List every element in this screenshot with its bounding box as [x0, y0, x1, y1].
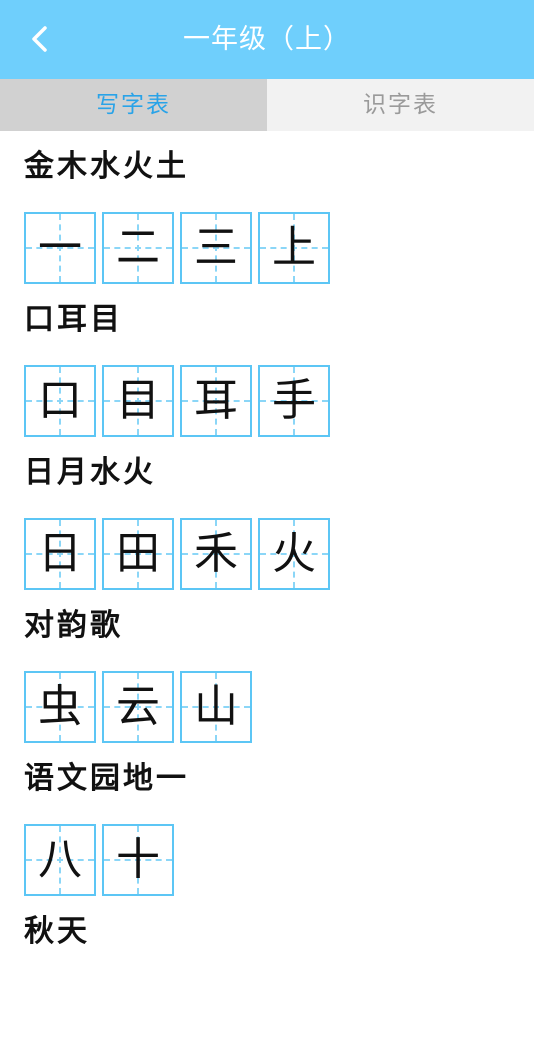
char-glyph: 虫: [38, 681, 82, 732]
char-glyph: 口: [38, 375, 82, 426]
char-cell[interactable]: 目: [102, 365, 174, 437]
char-cell[interactable]: 十: [102, 824, 174, 896]
char-glyph: 山: [194, 681, 238, 732]
tab-reading-chars[interactable]: 识字表: [267, 79, 534, 131]
lesson-title: 秋天: [24, 914, 90, 949]
lesson-section: 口耳目 口 目 耳 手: [0, 284, 534, 437]
char-cell[interactable]: 田: [102, 518, 174, 590]
lesson-title: 金木水火土: [24, 149, 189, 184]
lesson-title: 口耳目: [24, 302, 123, 337]
char-glyph: 耳: [194, 375, 238, 426]
char-cell[interactable]: 上: [258, 212, 330, 284]
char-cell[interactable]: 耳: [180, 365, 252, 437]
char-grid-row: 一 二 三 上: [24, 212, 330, 284]
lesson-list: 金木水火土 一 二 三 上 口耳目 口 目 耳 手 日月水火 日 田 禾 火 对…: [0, 131, 534, 1049]
char-glyph: 禾: [194, 528, 238, 579]
char-cell[interactable]: 八: [24, 824, 96, 896]
char-glyph: 二: [116, 222, 160, 273]
tab-bar: 写字表 识字表: [0, 79, 534, 131]
char-cell[interactable]: 三: [180, 212, 252, 284]
char-glyph: 火: [272, 528, 316, 579]
lesson-title: 日月水火: [24, 455, 156, 490]
char-cell[interactable]: 云: [102, 671, 174, 743]
lesson-section: 金木水火土 一 二 三 上: [0, 131, 534, 284]
char-glyph: 十: [116, 834, 160, 885]
lesson-title: 对韵歌: [24, 608, 123, 643]
char-glyph: 手: [272, 375, 316, 426]
lesson-section: 语文园地一 八 十: [0, 743, 534, 896]
char-glyph: 目: [116, 375, 160, 426]
tab-writing-chars[interactable]: 写字表: [0, 79, 267, 131]
char-cell[interactable]: 日: [24, 518, 96, 590]
char-cell[interactable]: 火: [258, 518, 330, 590]
char-glyph: 八: [38, 834, 82, 885]
char-grid-row: 口 目 耳 手: [24, 365, 330, 437]
char-glyph: 田: [116, 528, 160, 579]
char-cell[interactable]: 禾: [180, 518, 252, 590]
lesson-section: 日月水火 日 田 禾 火: [0, 437, 534, 590]
char-cell[interactable]: 虫: [24, 671, 96, 743]
char-cell[interactable]: 口: [24, 365, 96, 437]
char-cell[interactable]: 二: [102, 212, 174, 284]
char-cell[interactable]: 山: [180, 671, 252, 743]
char-cell[interactable]: 手: [258, 365, 330, 437]
char-glyph: 日: [38, 528, 82, 579]
page-title: 一年级（上）: [183, 24, 351, 55]
app-header: 一年级（上）: [0, 0, 534, 79]
char-glyph: 上: [272, 222, 316, 273]
lesson-section: 对韵歌 虫 云 山: [0, 590, 534, 743]
char-grid-row: 日 田 禾 火: [24, 518, 330, 590]
char-grid-row: 虫 云 山: [24, 671, 252, 743]
lesson-section: 秋天: [0, 896, 534, 1049]
char-glyph: 云: [116, 681, 160, 732]
char-grid-row: 八 十: [24, 824, 174, 896]
char-cell[interactable]: 一: [24, 212, 96, 284]
char-glyph: 三: [194, 222, 238, 273]
lesson-title: 语文园地一: [24, 761, 189, 796]
char-glyph: 一: [38, 222, 82, 273]
